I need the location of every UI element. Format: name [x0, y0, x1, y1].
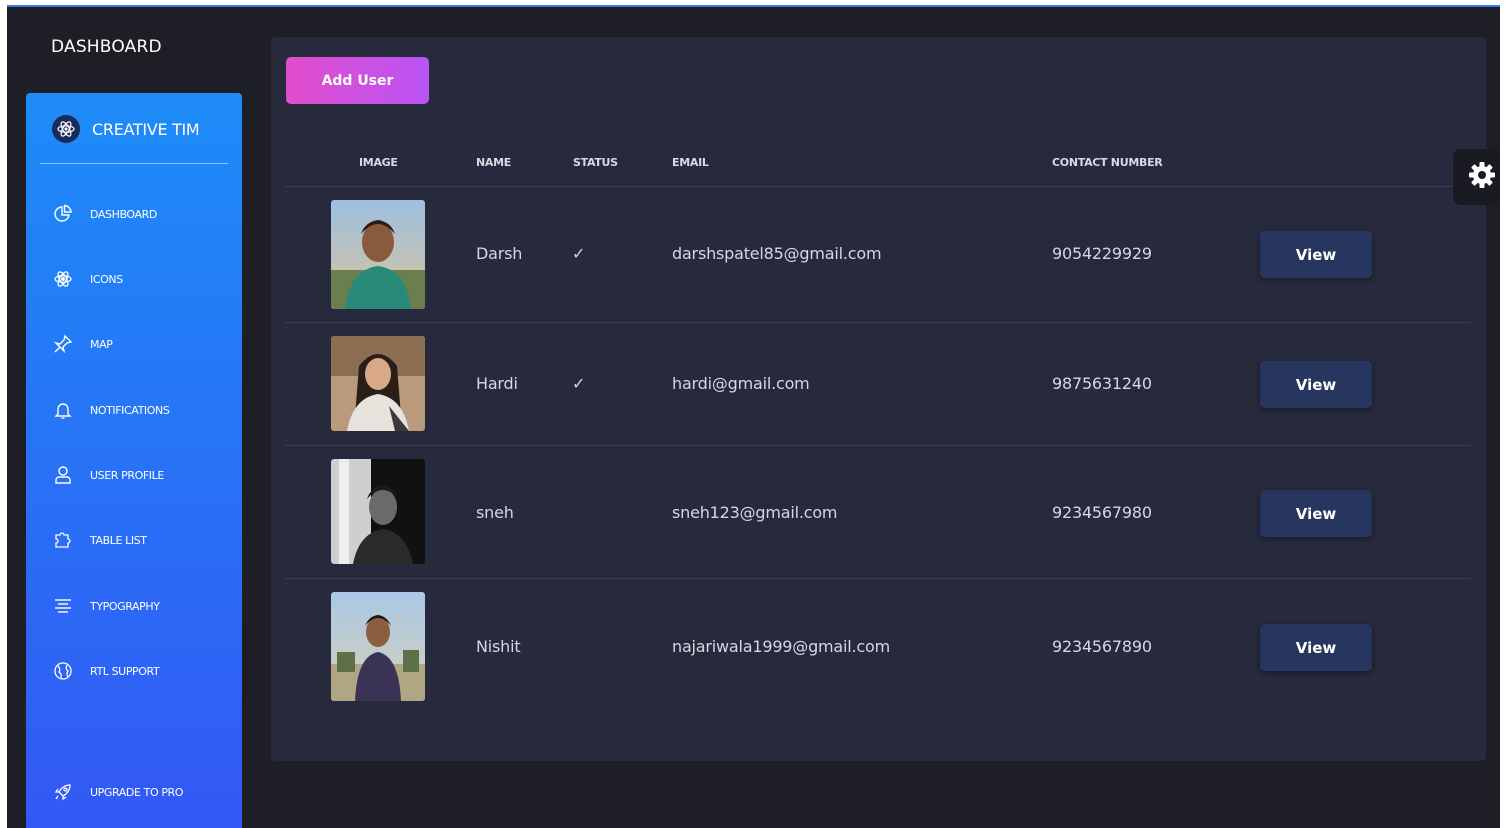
user-contact: 9234567890	[1052, 637, 1152, 656]
sidebar-item-label: RTL SUPPORT	[90, 664, 160, 678]
sidebar: CREATIVE TIM DASHBOARD ICONS MAP NOTIFIC…	[26, 93, 242, 828]
user-email: hardi@gmail.com	[672, 374, 810, 393]
column-header-name: NAME	[476, 156, 511, 169]
row-divider	[285, 322, 1471, 323]
view-user-button[interactable]: View	[1260, 490, 1372, 537]
settings-toggle[interactable]	[1453, 149, 1500, 205]
sidebar-item-map[interactable]: MAP	[52, 333, 113, 355]
column-header-image: IMAGE	[359, 156, 398, 169]
column-header-contact: CONTACT NUMBER	[1052, 156, 1163, 169]
brand-name: CREATIVE TIM	[92, 119, 200, 139]
sidebar-item-label: TABLE LIST	[90, 533, 147, 547]
sidebar-item-typography[interactable]: TYPOGRAPHY	[52, 595, 160, 617]
pin-icon	[52, 333, 74, 355]
puzzle-icon	[52, 529, 74, 551]
sidebar-item-label: TYPOGRAPHY	[90, 599, 160, 613]
sidebar-item-dashboard[interactable]: DASHBOARD	[52, 203, 157, 225]
view-user-button[interactable]: View	[1260, 624, 1372, 671]
sidebar-item-upgrade[interactable]: UPGRADE TO PRO	[52, 781, 183, 803]
user-name: sneh	[476, 503, 514, 522]
sidebar-item-label: MAP	[90, 337, 113, 351]
user-avatar	[331, 592, 425, 701]
user-contact: 9054229929	[1052, 244, 1152, 263]
atom-icon	[52, 268, 74, 290]
view-user-button[interactable]: View	[1260, 361, 1372, 408]
users-card: Add User IMAGE NAME STATUS EMAIL CONTACT…	[271, 37, 1486, 761]
world-icon	[52, 660, 74, 682]
sidebar-item-label: DASHBOARD	[90, 207, 157, 221]
sidebar-item-notifications[interactable]: NOTIFICATIONS	[52, 399, 170, 421]
row-divider	[285, 445, 1471, 446]
align-center-icon	[52, 595, 74, 617]
sidebar-item-label: ICONS	[90, 272, 123, 286]
spaceship-icon	[52, 781, 74, 803]
user-contact: 9875631240	[1052, 374, 1152, 393]
sidebar-item-table-list[interactable]: TABLE LIST	[52, 529, 147, 551]
user-avatar	[331, 200, 425, 309]
sidebar-divider	[40, 163, 228, 164]
add-user-button[interactable]: Add User	[286, 57, 429, 104]
sidebar-item-label: UPGRADE TO PRO	[90, 785, 184, 799]
user-contact: 9234567980	[1052, 503, 1152, 522]
gear-icon	[1467, 160, 1497, 194]
view-user-button[interactable]: View	[1260, 231, 1372, 278]
status-check-icon: ✓	[572, 374, 586, 393]
sidebar-item-label: NOTIFICATIONS	[90, 403, 170, 417]
page-title: DASHBOARD	[51, 37, 162, 57]
column-header-status: STATUS	[573, 156, 618, 169]
user-name: Nishit	[476, 637, 521, 656]
sidebar-item-rtl-support[interactable]: RTL SUPPORT	[52, 660, 160, 682]
sidebar-item-label: USER PROFILE	[90, 468, 164, 482]
column-header-email: EMAIL	[672, 156, 709, 169]
status-check-icon: ✓	[572, 244, 586, 263]
app-frame: DASHBOARD CREATIVE TIM DASHBOARD ICONS M…	[7, 5, 1500, 828]
sidebar-brand[interactable]: CREATIVE TIM	[52, 115, 200, 143]
react-logo-icon	[52, 115, 80, 143]
user-email: sneh123@gmail.com	[672, 503, 838, 522]
chart-pie-icon	[52, 203, 74, 225]
user-email: najariwala1999@gmail.com	[672, 637, 890, 656]
user-email: darshspatel85@gmail.com	[672, 244, 882, 263]
row-divider	[285, 578, 1471, 579]
sidebar-item-icons[interactable]: ICONS	[52, 268, 123, 290]
row-divider	[285, 186, 1471, 187]
user-avatar	[331, 336, 425, 431]
user-name: Hardi	[476, 374, 518, 393]
user-icon	[52, 464, 74, 486]
bell-icon	[52, 399, 74, 421]
user-avatar	[331, 459, 425, 564]
user-name: Darsh	[476, 244, 523, 263]
sidebar-item-user-profile[interactable]: USER PROFILE	[52, 464, 164, 486]
